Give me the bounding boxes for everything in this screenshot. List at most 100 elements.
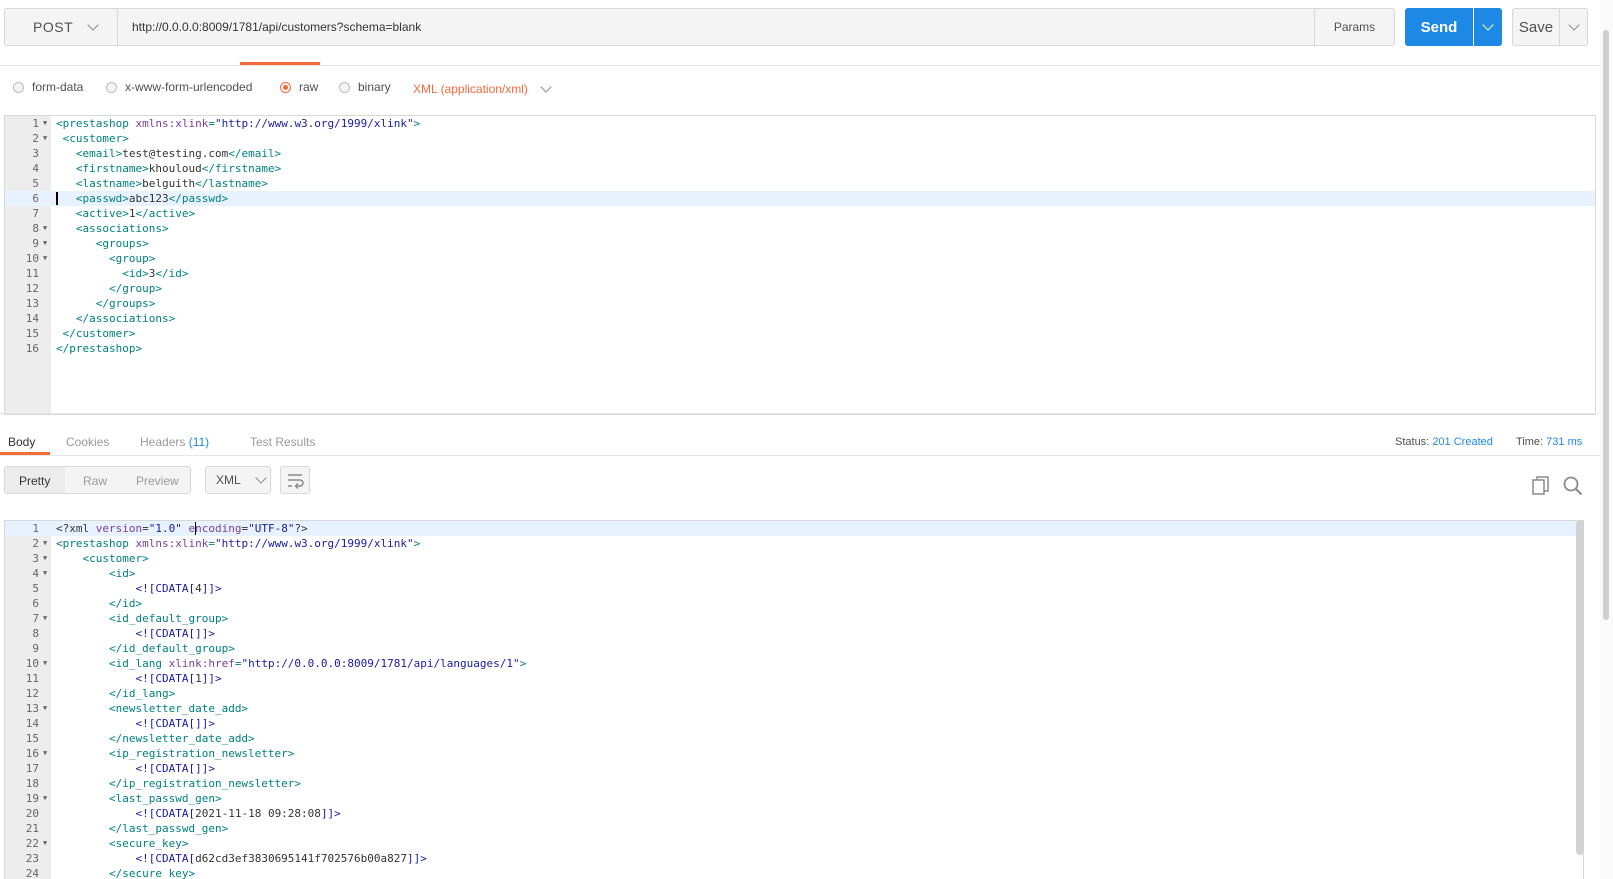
- line-number: 8: [32, 627, 39, 640]
- radio-icon[interactable]: [106, 81, 117, 93]
- line-number: 5: [32, 177, 39, 190]
- code-line: 2 ▼ <prestashop xmlns:xlink="http://www.w3…: [5, 536, 1583, 551]
- code-line: 21 </last_passwd_gen>: [5, 821, 1583, 836]
- fold-arrow-icon[interactable]: ▼: [43, 746, 47, 761]
- code-line: 16 ▼ <ip_registration_newsletter>: [5, 746, 1583, 761]
- code-line: 19 ▼ <last_passwd_gen>: [5, 791, 1583, 806]
- code-text: <passwd>abc123</passwd>: [75, 192, 229, 205]
- code-line: 6 </id>: [5, 596, 1583, 611]
- view-preview-button[interactable]: Preview: [136, 474, 179, 488]
- radio-icon[interactable]: [339, 81, 350, 93]
- params-button[interactable]: Params: [1315, 8, 1395, 46]
- option-raw[interactable]: raw: [280, 80, 318, 94]
- code-line: 11 <id>3</id>: [5, 266, 1595, 281]
- line-number: 11: [25, 267, 39, 280]
- content-type-label: XML (application/xml): [413, 82, 528, 96]
- save-dropdown-button[interactable]: [1560, 8, 1588, 46]
- option-label: raw: [299, 80, 319, 94]
- response-time: Time: 731 ms: [1516, 436, 1582, 448]
- time-value: 731 ms: [1546, 436, 1583, 448]
- search-icon[interactable]: [1563, 476, 1583, 496]
- line-number: 2: [32, 537, 39, 550]
- fold-arrow-icon[interactable]: ▼: [43, 791, 47, 806]
- fold-arrow-icon[interactable]: ▼: [43, 551, 47, 566]
- chevron-down-icon: [540, 81, 552, 93]
- wrap-lines-icon: [288, 474, 304, 490]
- save-button[interactable]: Save: [1512, 8, 1560, 46]
- code-line: 10 ▼ <id_lang xlink:href="http://0.0.0.0:…: [5, 656, 1583, 671]
- fold-arrow-icon[interactable]: ▼: [43, 656, 47, 671]
- line-number: 13: [25, 297, 39, 310]
- line-number: 12: [25, 687, 39, 700]
- code-text: <![CDATA[d62cd3ef3830695141f702576b00a82…: [135, 852, 427, 865]
- code-text: </last_passwd_gen>: [108, 822, 229, 835]
- send-button[interactable]: Send: [1405, 8, 1473, 46]
- fold-arrow-icon[interactable]: ▼: [43, 251, 47, 266]
- code-text: <email>test@testing.com</email>: [75, 147, 282, 160]
- code-line: 4 ▼ <id>: [5, 566, 1583, 581]
- code-line: 18 </ip_registration_newsletter>: [5, 776, 1583, 791]
- line-number: 12: [25, 282, 39, 295]
- response-body-viewer[interactable]: 1 <?xml version="1.0" encoding="UTF-8"?> 2…: [4, 520, 1584, 879]
- tab-test-results[interactable]: Test Results: [250, 435, 315, 449]
- fold-arrow-icon[interactable]: ▼: [43, 116, 47, 131]
- tab-body[interactable]: Body: [8, 435, 35, 449]
- view-pretty-button[interactable]: Pretty: [19, 474, 50, 488]
- line-number: 13: [25, 702, 39, 715]
- copy-icon[interactable]: [1532, 476, 1550, 496]
- line-number: 6: [32, 597, 39, 610]
- code-text: <![CDATA[]]>: [135, 717, 215, 730]
- request-body-editor[interactable]: 1 ▼ <prestashop xmlns:xlink="http://www.w3…: [4, 115, 1596, 415]
- method-select[interactable]: POST: [4, 8, 117, 46]
- radio-selected-icon[interactable]: [280, 81, 291, 93]
- radio-icon[interactable]: [13, 81, 24, 93]
- code-text: <active>1</active>: [75, 207, 196, 220]
- fold-arrow-icon[interactable]: ▼: [43, 131, 47, 146]
- code-text: </secure_key>: [108, 867, 196, 879]
- divider: [0, 65, 1600, 66]
- code-text: <customer>: [82, 552, 149, 565]
- fold-arrow-icon[interactable]: ▼: [43, 701, 47, 716]
- code-line: 12 </group>: [5, 281, 1595, 296]
- code-line: 12 </id_lang>: [5, 686, 1583, 701]
- tab-cookies[interactable]: Cookies: [66, 435, 109, 449]
- code-text: </group>: [108, 282, 162, 295]
- code-line: 13 </groups>: [5, 296, 1595, 311]
- view-raw-button[interactable]: Raw: [83, 474, 107, 488]
- page-scrollbar[interactable]: [1600, 0, 1613, 879]
- code-text: <![CDATA[4]]>: [135, 582, 222, 595]
- option-binary[interactable]: binary: [339, 80, 391, 94]
- code-text: <ip_registration_newsletter>: [108, 747, 295, 760]
- code-line: 13 ▼ <newsletter_date_add>: [5, 701, 1583, 716]
- response-format-select[interactable]: XML: [205, 466, 271, 494]
- fold-arrow-icon[interactable]: ▼: [43, 536, 47, 551]
- fold-arrow-icon[interactable]: ▼: [43, 236, 47, 251]
- page-scrollbar-thumb[interactable]: [1603, 30, 1609, 620]
- code-line: 1 ▼ <prestashop xmlns:xlink="http://www.w3…: [5, 116, 1595, 131]
- line-number: 6: [32, 192, 39, 205]
- wrap-lines-button[interactable]: [280, 466, 310, 494]
- url-input[interactable]: http://0.0.0.0:8009/1781/api/customers?s…: [117, 8, 1315, 46]
- response-scrollbar[interactable]: [1576, 520, 1584, 855]
- line-number: 21: [25, 822, 39, 835]
- fold-arrow-icon[interactable]: ▼: [43, 566, 47, 581]
- line-number: 16: [25, 342, 39, 355]
- option-urlencoded[interactable]: x-www-form-urlencoded: [106, 80, 252, 94]
- fold-arrow-icon[interactable]: ▼: [43, 836, 47, 851]
- fold-arrow-icon[interactable]: ▼: [43, 221, 47, 236]
- tab-headers[interactable]: Headers (11): [140, 435, 209, 449]
- fold-arrow-icon[interactable]: ▼: [43, 611, 47, 626]
- content-type-select[interactable]: XML (application/xml): [413, 81, 552, 96]
- body-type-options: form-data x-www-form-urlencoded raw bina…: [0, 74, 1600, 104]
- option-form-data[interactable]: form-data: [13, 80, 83, 94]
- line-number: 9: [32, 237, 39, 250]
- method-label: POST: [33, 19, 74, 35]
- send-dropdown-button[interactable]: [1474, 8, 1502, 46]
- line-number: 17: [25, 762, 39, 775]
- code-text: </customer>: [62, 327, 136, 340]
- code-line: 3 ▼ <customer>: [5, 551, 1583, 566]
- code-text: </associations>: [75, 312, 176, 325]
- code-text: </newsletter_date_add>: [108, 732, 255, 745]
- line-number: 15: [25, 732, 39, 745]
- chevron-down-icon: [87, 19, 99, 31]
